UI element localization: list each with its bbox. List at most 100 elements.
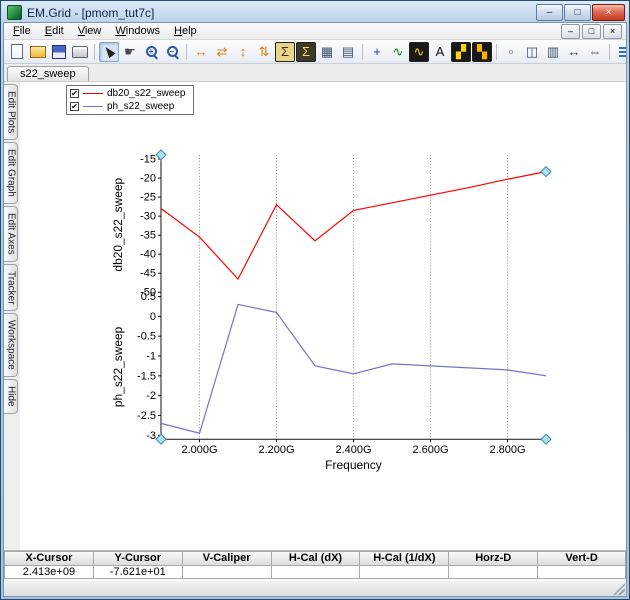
cursor-value: 2.413e+09: [4, 565, 93, 579]
cursor-header: Y-Cursor: [92, 551, 182, 566]
svg-text:-20: -20: [140, 173, 156, 185]
layout-button[interactable]: Layout: [614, 42, 626, 62]
menu-view[interactable]: View: [71, 24, 109, 38]
menu-file[interactable]: File: [6, 24, 38, 38]
grid-toggle-button[interactable]: ▦: [317, 42, 337, 62]
app-window: EM.Grid - [pmom_tut7c] – □ × File Edit View W…: [0, 0, 630, 600]
zoom-in-button[interactable]: +: [141, 42, 161, 62]
trace-ph_s22_sweep[interactable]: [160, 303, 547, 434]
menu-windows[interactable]: Windows: [108, 24, 167, 38]
tab-s22-sweep[interactable]: s22_sweep: [7, 66, 89, 81]
plot-region: ✔ db20_s22_sweep ✔ ph_s22_sweep 2.000G 2.200…: [20, 82, 626, 550]
legend-checkbox[interactable]: ✔: [70, 89, 79, 98]
axis-handle-icon[interactable]: [155, 433, 167, 445]
side-tab-workspace[interactable]: Workspace: [4, 313, 18, 378]
svg-text:-45: -45: [140, 268, 156, 280]
legend-checkbox[interactable]: ✔: [70, 102, 79, 111]
side-tab-hide[interactable]: Hide: [4, 379, 18, 414]
plot-canvas[interactable]: 2.000G 2.200G 2.400G 2.600G 2.800G Frequency -…: [20, 82, 626, 550]
cursor-col-vert-d: Vert-D: [537, 551, 627, 579]
close-button[interactable]: ×: [592, 4, 625, 21]
side-tab-edit-axes[interactable]: Edit Axes: [4, 206, 18, 262]
svg-text:2.000G: 2.000G: [181, 444, 217, 456]
cursor-header: V-Caliper: [181, 551, 271, 566]
trace-wave-dark-button[interactable]: ∿: [409, 41, 429, 62]
print-button[interactable]: [70, 42, 90, 62]
status-bar: [4, 579, 626, 596]
cursor-col-h-cal-dx-: H-Cal (dX): [270, 551, 360, 579]
toolbar-separator: [496, 43, 497, 60]
mdi-minimize-button[interactable]: –: [561, 23, 580, 39]
new-document-button[interactable]: [7, 42, 27, 62]
svg-text:db20_s22_sweep: db20_s22_sweep: [111, 177, 125, 271]
cursor-value: -7.621e+01: [92, 565, 182, 579]
grid-lines: [158, 154, 546, 443]
mdi-window-controls: – □ ×: [561, 23, 624, 39]
scroll-x-button[interactable]: ⇄: [212, 42, 232, 62]
toolbar-separator: [609, 43, 610, 60]
resize-grip-icon[interactable]: [613, 583, 625, 595]
svg-text:2.800G: 2.800G: [489, 444, 525, 456]
cursor-value: [270, 565, 360, 579]
zoom-out-button[interactable]: −: [162, 42, 182, 62]
svg-text:-2.5: -2.5: [137, 410, 156, 422]
mdi-close-button[interactable]: ×: [603, 23, 622, 39]
pan-tool-button[interactable]: ☛: [120, 42, 140, 62]
cursor-header: Horz-D: [448, 551, 538, 566]
svg-text:0.5: 0.5: [141, 291, 156, 303]
add-marker-button[interactable]: +: [367, 42, 387, 62]
save-button[interactable]: [49, 42, 69, 62]
slider-tool-button[interactable]: ▥: [543, 42, 563, 62]
fit-width-alt-button[interactable]: ⇔: [585, 42, 605, 62]
minimize-button[interactable]: –: [536, 4, 563, 21]
svg-text:-1.5: -1.5: [137, 370, 156, 382]
menu-items: File Edit View Windows Help: [6, 24, 204, 38]
scroll-y-button[interactable]: ⇅: [254, 42, 274, 62]
full-scale-y-button[interactable]: ↕: [233, 42, 253, 62]
plot-style-alt-button[interactable]: ▚: [472, 41, 492, 62]
cursor-col-horz-d: Horz-D: [448, 551, 538, 579]
svg-text:-1: -1: [146, 350, 156, 362]
plot-style-button[interactable]: ▞: [451, 41, 471, 62]
axis-labels: 2.000G 2.200G 2.400G 2.600G 2.800G Frequency -…: [111, 154, 526, 473]
pointer-tool-button[interactable]: [99, 41, 119, 62]
toggle-option-a-button[interactable]: ▫: [501, 42, 521, 62]
toolbar-separator: [94, 43, 95, 60]
axis-handle-icon[interactable]: [540, 165, 552, 178]
open-file-button[interactable]: [28, 42, 48, 62]
sum-traces-button[interactable]: Σ: [275, 41, 295, 62]
svg-text:-2: -2: [146, 390, 156, 402]
axis-handle-icon[interactable]: [540, 433, 552, 445]
window-title: EM.Grid - [pmom_tut7c]: [27, 5, 155, 20]
text-label-button[interactable]: A: [430, 42, 450, 62]
data-table-button[interactable]: ▤: [338, 42, 358, 62]
menu-bar: File Edit View Windows Help – □ ×: [4, 23, 626, 40]
cursor-header: H-Cal (dX): [270, 551, 360, 566]
axis-handle-icon[interactable]: [155, 149, 167, 161]
window-controls: – □ ×: [536, 4, 625, 21]
full-scale-x-button[interactable]: ↔: [191, 42, 211, 62]
mdi-restore-button[interactable]: □: [582, 23, 601, 39]
side-tab-tracker[interactable]: Tracker: [4, 263, 18, 312]
fit-width-button[interactable]: ↔: [564, 42, 584, 62]
menu-edit[interactable]: Edit: [38, 24, 71, 38]
sum-alt-button[interactable]: Σ: [296, 41, 316, 62]
trace-wave-button[interactable]: ∿: [388, 42, 408, 62]
cursor-header: Vert-D: [537, 551, 627, 566]
toggle-option-b-button[interactable]: ◫: [522, 42, 542, 62]
svg-text:2.400G: 2.400G: [335, 444, 371, 456]
legend-item: ✔ db20_s22_sweep: [70, 88, 185, 99]
maximize-button[interactable]: □: [564, 4, 591, 21]
menu-help[interactable]: Help: [167, 24, 204, 38]
cursor-value: [181, 565, 271, 579]
legend-label: db20_s22_sweep: [107, 88, 186, 99]
side-tab-edit-graph[interactable]: Edit Graph: [4, 142, 18, 205]
legend-box: ✔ db20_s22_sweep ✔ ph_s22_sweep: [66, 85, 195, 115]
side-tab-edit-plots[interactable]: Edit Plots: [4, 84, 18, 141]
legend-label: ph_s22_sweep: [107, 101, 175, 112]
toolbar: ☛+−↔⇄↕⇅ΣΣ▦▤+∿∿A▞▚▫◫▥↔⇔Layout: [4, 40, 626, 64]
cursor-value: [359, 565, 449, 579]
cursor-value: [537, 565, 627, 579]
cursor-readout-table: X-Cursor 2.413e+09 Y-Cursor -7.621e+01 V-Cal…: [4, 550, 627, 579]
svg-text:-0.5: -0.5: [137, 331, 156, 343]
